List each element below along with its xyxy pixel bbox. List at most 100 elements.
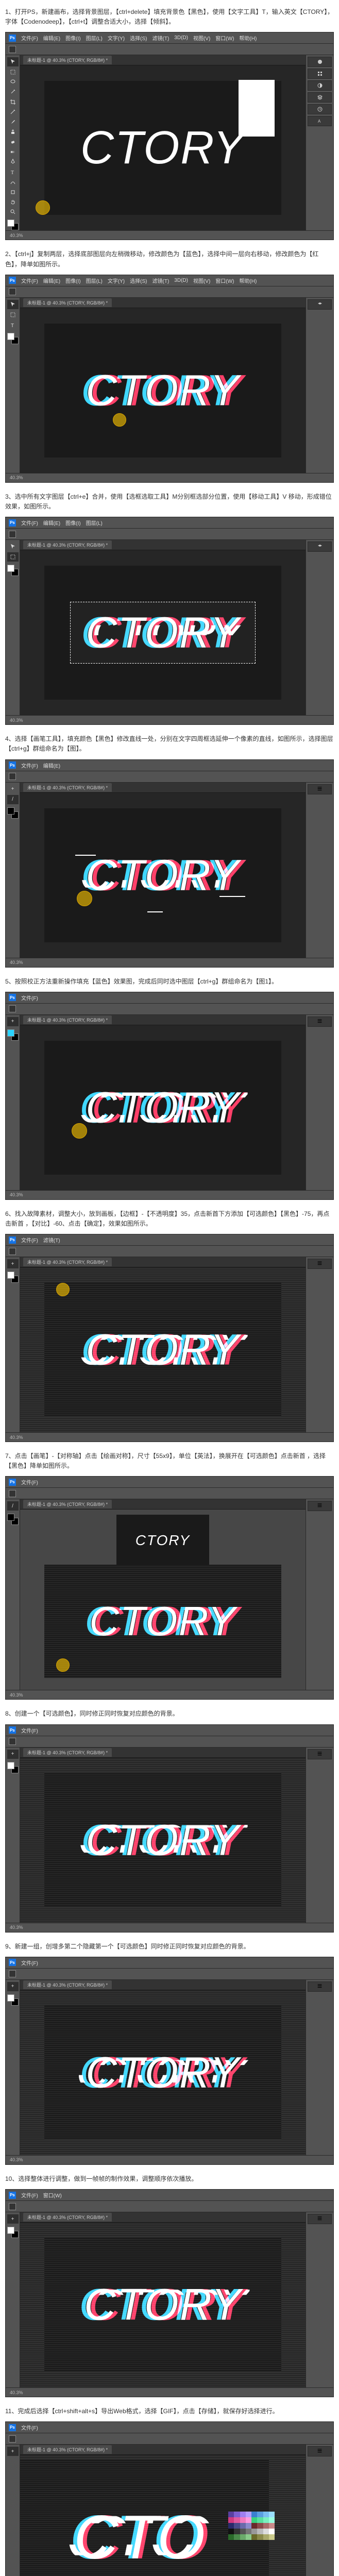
layers-panel-icon[interactable]: ≡ xyxy=(308,784,332,794)
menu-file[interactable]: 文件(F) xyxy=(21,1478,38,1486)
menu-window[interactable]: 窗口(W) xyxy=(215,34,234,42)
menu-image[interactable]: 图像(I) xyxy=(65,277,80,284)
menu-file[interactable]: 文件(F) xyxy=(21,1236,38,1244)
adjust-panel-icon[interactable] xyxy=(308,80,332,91)
doc-tab[interactable]: 未标题-1 @ 40.3% (CTORY, RGB/8#) * xyxy=(23,540,112,549)
type-tool-icon[interactable]: T xyxy=(7,167,19,176)
menu-window[interactable]: 窗口(W) xyxy=(215,277,234,284)
opt-swatch[interactable] xyxy=(9,2435,16,2443)
menu-window[interactable]: 窗口(W) xyxy=(43,2191,62,2199)
move-tool-icon[interactable]: + xyxy=(7,2447,19,2456)
canvas-2[interactable]: CTORY CTORY CTORY xyxy=(20,308,306,473)
opt-swatch[interactable] xyxy=(9,1248,16,1255)
crop-tool-icon[interactable] xyxy=(7,97,19,106)
menu-edit[interactable]: 编辑(E) xyxy=(43,519,60,527)
layers-panel-icon[interactable]: ≡ xyxy=(308,1016,332,1027)
menu-view[interactable]: 视图(V) xyxy=(193,34,210,42)
eraser-tool-icon[interactable] xyxy=(7,138,19,146)
canvas-6[interactable]: CTORY CTORY CTORY CTORY CTORY xyxy=(20,1267,306,1432)
transform-handle[interactable] xyxy=(239,80,275,137)
menu-filter[interactable]: 滤镜(T) xyxy=(152,34,170,42)
move-tool-icon[interactable] xyxy=(7,57,19,66)
brush-tool-icon[interactable]: / xyxy=(7,795,19,804)
canvas-1[interactable]: CTORY xyxy=(20,65,306,230)
color-swatches[interactable] xyxy=(7,565,19,576)
canvas-3[interactable]: CTORY CTORY CTORY CTORY xyxy=(20,550,306,715)
opt-swatch[interactable] xyxy=(9,288,16,295)
doc-tab[interactable]: 未标题-1 @ 40.3% (CTORY, RGB/8#) * xyxy=(23,1015,112,1024)
pen-tool-icon[interactable] xyxy=(7,158,19,166)
layers-panel-icon[interactable]: ≡ xyxy=(308,2446,332,2456)
move-tool-icon[interactable]: + xyxy=(7,1750,19,1759)
layers-panel-icon[interactable] xyxy=(308,541,332,552)
menu-help[interactable]: 帮助(H) xyxy=(239,34,257,42)
menu-image[interactable]: 图像(I) xyxy=(65,519,80,527)
layers-panel-icon[interactable]: ≡ xyxy=(308,1749,332,1759)
path-tool-icon[interactable] xyxy=(7,177,19,186)
doc-tab[interactable]: 未标题-1 @ 40.3% (CTORY, RGB/8#) * xyxy=(23,783,112,792)
char-panel-icon[interactable]: A xyxy=(308,116,332,126)
menu-edit[interactable]: 编辑(E) xyxy=(43,277,60,284)
canvas-11[interactable]: CTO CTO CTO CTO CTO 重要参数已设置如图所示 xyxy=(20,2455,306,2576)
color-swatches[interactable] xyxy=(7,1994,19,2006)
canvas-7[interactable]: CTORY CTORY CTORY CTORY xyxy=(20,1510,306,1690)
menu-view[interactable]: 视图(V) xyxy=(193,277,210,284)
eyedropper-tool-icon[interactable] xyxy=(7,107,19,116)
canvas-9[interactable]: CTORY CTORY CTORY CTORY CTORY xyxy=(20,1990,306,2155)
opt-swatch[interactable] xyxy=(9,46,16,53)
menu-file[interactable]: 文件(F) xyxy=(21,994,38,1002)
layers-panel-icon[interactable]: ≡ xyxy=(308,1981,332,1992)
menu-file[interactable]: 文件(F) xyxy=(21,2424,38,2431)
fg-swatch[interactable] xyxy=(7,807,14,815)
color-swatches[interactable] xyxy=(7,333,19,344)
menu-3d[interactable]: 3D(D) xyxy=(174,35,188,41)
opt-swatch[interactable] xyxy=(9,1490,16,1497)
canvas-4[interactable]: CTORY CTORY CTORY CTORY CTORY xyxy=(20,793,306,958)
canvas-10[interactable]: CTORY CTORY CTORY CTORY xyxy=(20,2223,306,2387)
menu-edit[interactable]: 编辑(E) xyxy=(43,761,60,769)
layers-panel-icon[interactable] xyxy=(308,299,332,310)
opt-swatch[interactable] xyxy=(9,1738,16,1745)
menu-type[interactable]: 文字(Y) xyxy=(108,277,125,284)
move-tool-icon[interactable]: + xyxy=(7,1017,19,1026)
layers-panel-icon[interactable]: ≡ xyxy=(308,1501,332,1511)
move-tool-icon[interactable]: + xyxy=(7,2214,19,2224)
color-swatches[interactable] xyxy=(7,1272,19,1283)
menu-file[interactable]: 文件(F) xyxy=(21,2191,38,2199)
wand-tool-icon[interactable] xyxy=(7,88,19,96)
brush-tool-icon[interactable]: / xyxy=(7,1501,19,1511)
doc-tab[interactable]: 未标题-1 @ 40.3% (CTORY, RGB/8#) * xyxy=(23,1258,112,1266)
color-swatches[interactable] xyxy=(7,1514,19,1525)
menu-3d[interactable]: 3D(D) xyxy=(174,278,188,283)
move-tool-icon[interactable] xyxy=(7,300,19,309)
fg-swatch[interactable] xyxy=(7,1762,14,1769)
menu-layer[interactable]: 图层(L) xyxy=(86,519,103,527)
canvas-5[interactable]: CTORY CTORY CTORY CTORY CTORY xyxy=(20,1025,306,1190)
marquee-tool-icon[interactable] xyxy=(7,552,19,562)
fg-swatch[interactable] xyxy=(7,565,14,572)
menu-help[interactable]: 帮助(H) xyxy=(239,277,257,284)
doc-tab[interactable]: 未标题-1 @ 40.3% (CTORY, RGB/8#) * xyxy=(23,1748,112,1757)
brush-tool-icon[interactable] xyxy=(7,117,19,126)
menu-layer[interactable]: 图层(L) xyxy=(86,277,103,284)
menu-file[interactable]: 文件(F) xyxy=(21,1959,38,1967)
doc-tab[interactable]: 未标题-1 @ 40.3% (CTORY, RGB/8#) * xyxy=(23,2213,112,2222)
move-tool-icon[interactable] xyxy=(7,542,19,551)
menu-file[interactable]: 文件(F) xyxy=(21,1726,38,1734)
move-tool-icon[interactable]: + xyxy=(7,1259,19,1268)
color-swatches[interactable] xyxy=(7,807,19,819)
opt-swatch[interactable] xyxy=(9,1005,16,1012)
fg-swatch[interactable] xyxy=(7,1272,14,1279)
swatches-panel-icon[interactable] xyxy=(308,69,332,79)
hand-tool-icon[interactable] xyxy=(7,197,19,206)
marquee-tool-icon[interactable] xyxy=(7,310,19,319)
clone-tool-icon[interactable] xyxy=(7,127,19,136)
color-panel-icon[interactable] xyxy=(308,57,332,67)
menu-edit[interactable]: 编辑(E) xyxy=(43,34,60,42)
opt-swatch[interactable] xyxy=(9,531,16,538)
layers-panel-icon[interactable]: ≡ xyxy=(308,1259,332,1269)
menu-layer[interactable]: 图层(L) xyxy=(86,34,103,42)
type-tool-icon[interactable]: T xyxy=(7,320,19,330)
menu-type[interactable]: 文字(Y) xyxy=(108,34,125,42)
history-panel-icon[interactable] xyxy=(308,104,332,114)
